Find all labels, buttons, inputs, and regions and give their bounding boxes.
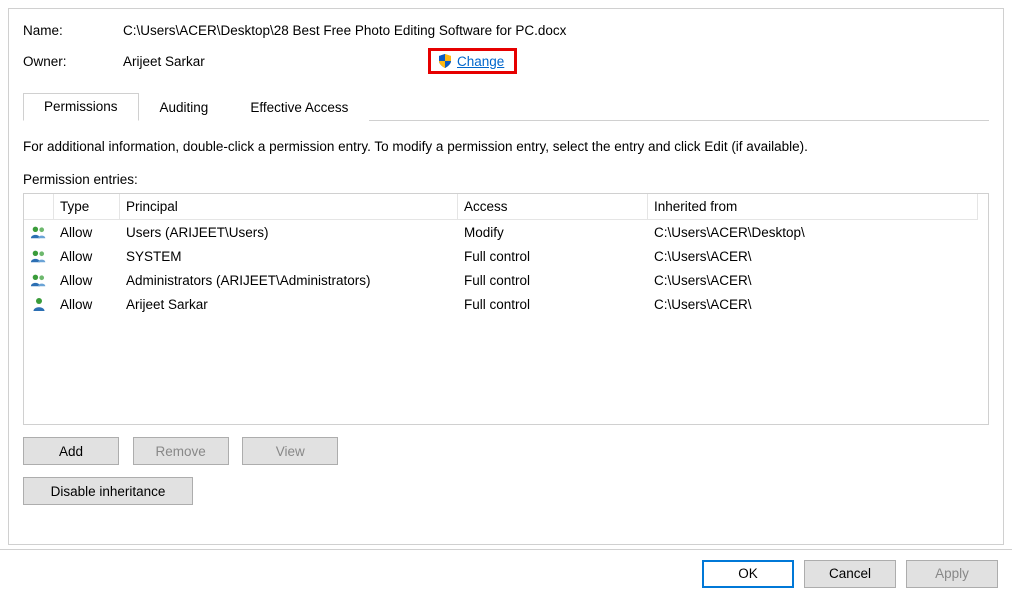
table-row[interactable]: Allow SYSTEM Full control C:\Users\ACER\ — [24, 244, 988, 268]
owner-label: Owner: — [23, 54, 123, 69]
tab-permissions[interactable]: Permissions — [23, 93, 139, 121]
users-group-icon — [30, 225, 48, 239]
inheritance-row: Disable inheritance — [23, 477, 989, 505]
owner-row: Owner: Arijeet Sarkar Change — [23, 48, 989, 74]
cell-principal: Users (ARIJEET\Users) — [120, 225, 458, 240]
permission-entries-label: Permission entries: — [23, 172, 989, 187]
col-principal[interactable]: Principal — [120, 194, 458, 220]
table-row[interactable]: Allow Administrators (ARIJEET\Administra… — [24, 268, 988, 292]
cell-type: Allow — [54, 249, 120, 264]
remove-button[interactable]: Remove — [133, 437, 229, 465]
cell-access: Modify — [458, 225, 648, 240]
col-access[interactable]: Access — [458, 194, 648, 220]
cell-principal: SYSTEM — [120, 249, 458, 264]
entry-buttons-row: Add Remove View — [23, 437, 989, 465]
advanced-security-window: Name: C:\Users\ACER\Desktop\28 Best Free… — [0, 0, 1012, 597]
table-row[interactable]: Allow Users (ARIJEET\Users) Modify C:\Us… — [24, 220, 988, 244]
info-text: For additional information, double-click… — [23, 139, 989, 154]
ok-button[interactable]: OK — [702, 560, 794, 588]
disable-inheritance-button[interactable]: Disable inheritance — [23, 477, 193, 505]
name-label: Name: — [23, 23, 123, 38]
principal-icon — [24, 249, 54, 263]
change-owner-highlight: Change — [428, 48, 517, 74]
tab-auditing[interactable]: Auditing — [139, 94, 230, 121]
apply-button[interactable]: Apply — [906, 560, 998, 588]
col-icon[interactable] — [24, 194, 54, 220]
tabstrip: Permissions Auditing Effective Access — [23, 92, 989, 121]
principal-icon — [24, 297, 54, 311]
cell-inherited: C:\Users\ACER\ — [648, 273, 978, 288]
cell-inherited: C:\Users\ACER\ — [648, 249, 978, 264]
table-row[interactable]: Allow Arijeet Sarkar Full control C:\Use… — [24, 292, 988, 316]
cancel-button[interactable]: Cancel — [804, 560, 896, 588]
cell-type: Allow — [54, 297, 120, 312]
cell-type: Allow — [54, 273, 120, 288]
name-row: Name: C:\Users\ACER\Desktop\28 Best Free… — [23, 23, 989, 38]
principal-icon — [24, 273, 54, 287]
name-value: C:\Users\ACER\Desktop\28 Best Free Photo… — [123, 23, 566, 38]
cell-inherited: C:\Users\ACER\Desktop\ — [648, 225, 978, 240]
change-owner-link[interactable]: Change — [457, 54, 504, 69]
owner-value: Arijeet Sarkar — [123, 54, 428, 69]
dialog-button-bar: OK Cancel Apply — [0, 549, 1012, 597]
users-group-icon — [30, 249, 48, 263]
principal-icon — [24, 225, 54, 239]
users-group-icon — [30, 273, 48, 287]
permission-entries-list[interactable]: Type Principal Access Inherited from — [23, 193, 989, 425]
add-button[interactable]: Add — [23, 437, 119, 465]
view-button[interactable]: View — [242, 437, 338, 465]
cell-type: Allow — [54, 225, 120, 240]
list-header: Type Principal Access Inherited from — [24, 194, 988, 220]
col-inherited[interactable]: Inherited from — [648, 194, 978, 220]
cell-principal: Administrators (ARIJEET\Administrators) — [120, 273, 458, 288]
uac-shield-icon — [437, 53, 453, 69]
content-panel: Name: C:\Users\ACER\Desktop\28 Best Free… — [8, 8, 1004, 545]
cell-access: Full control — [458, 249, 648, 264]
cell-principal: Arijeet Sarkar — [120, 297, 458, 312]
cell-inherited: C:\Users\ACER\ — [648, 297, 978, 312]
user-icon — [32, 297, 46, 311]
tab-effective-access[interactable]: Effective Access — [229, 94, 369, 121]
col-type[interactable]: Type — [54, 194, 120, 220]
cell-access: Full control — [458, 273, 648, 288]
cell-access: Full control — [458, 297, 648, 312]
